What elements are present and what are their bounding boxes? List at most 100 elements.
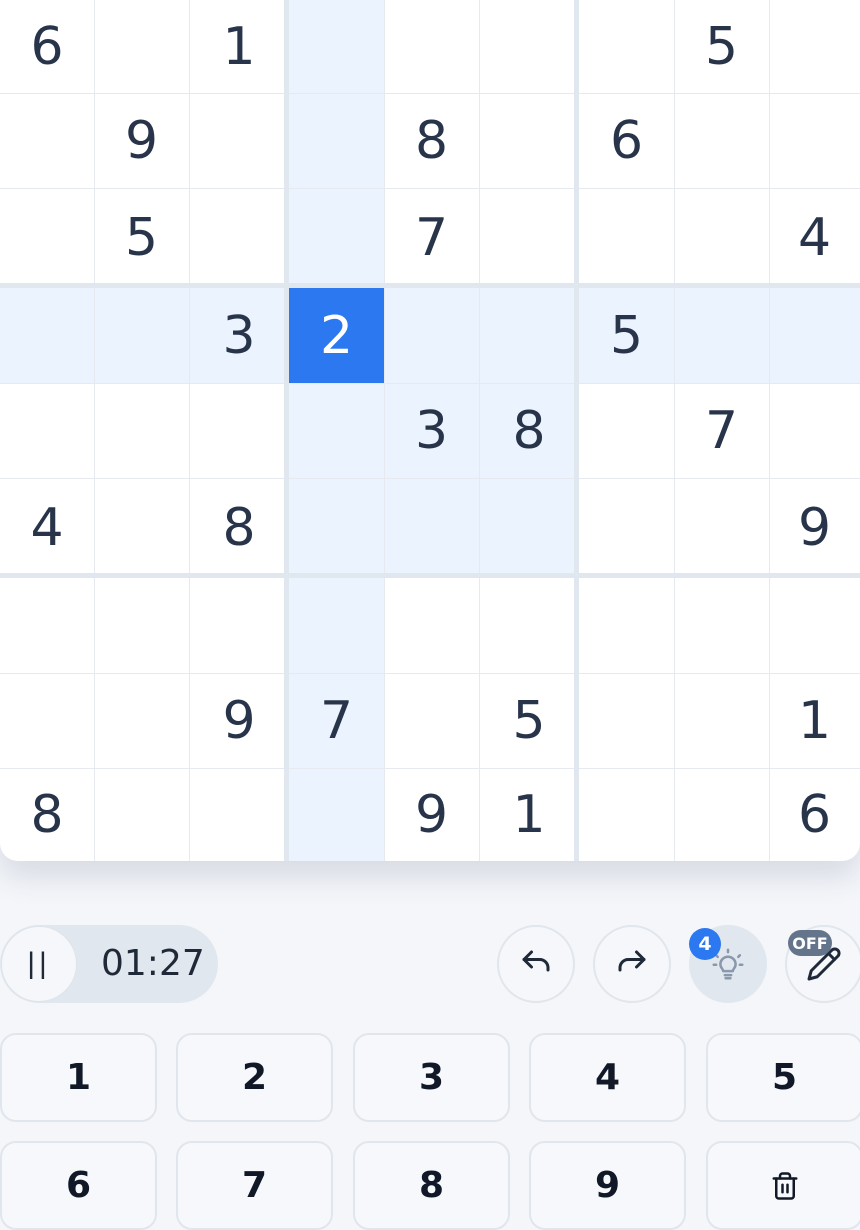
cell-r2c2[interactable]: 9 [94, 93, 189, 188]
cell-r2c5[interactable]: 8 [384, 93, 479, 188]
cell-r1c8[interactable]: 5 [674, 0, 769, 93]
cell-r2c9[interactable] [769, 93, 860, 188]
cell-r5c3[interactable] [189, 383, 289, 478]
cell-r3c1[interactable] [0, 188, 94, 288]
pause-button[interactable]: || [1, 926, 77, 1002]
cell-r8c5[interactable] [384, 673, 479, 768]
cell-r3c2[interactable]: 5 [94, 188, 189, 288]
cell-r3c3[interactable] [189, 188, 289, 288]
cell-r7c3[interactable] [189, 578, 289, 673]
cell-r4c7[interactable]: 5 [579, 288, 674, 383]
cell-r2c7[interactable]: 6 [579, 93, 674, 188]
cell-r8c1[interactable] [0, 673, 94, 768]
cell-r1c4[interactable] [289, 0, 384, 93]
number-key-5[interactable]: 5 [706, 1033, 860, 1122]
cell-r1c2[interactable] [94, 0, 189, 93]
cell-r9c7[interactable] [579, 768, 674, 861]
cell-r7c4[interactable] [289, 578, 384, 673]
grid-line [0, 673, 860, 674]
cell-r7c2[interactable] [94, 578, 189, 673]
cell-r8c2[interactable] [94, 673, 189, 768]
cell-r7c6[interactable] [479, 578, 579, 673]
cell-r3c7[interactable] [579, 188, 674, 288]
cell-r1c7[interactable] [579, 0, 674, 93]
cell-r8c8[interactable] [674, 673, 769, 768]
number-key-3[interactable]: 3 [353, 1033, 510, 1122]
undo-button[interactable] [497, 925, 575, 1003]
cell-r4c5[interactable] [384, 288, 479, 383]
number-key-2[interactable]: 2 [176, 1033, 333, 1122]
cell-r3c9[interactable]: 4 [769, 188, 860, 288]
box-divider [574, 0, 579, 861]
number-key-4[interactable]: 4 [529, 1033, 686, 1122]
cell-r8c9[interactable]: 1 [769, 673, 860, 768]
cell-r4c2[interactable] [94, 288, 189, 383]
timer-display: 01:27 [101, 943, 205, 984]
cell-r2c4[interactable] [289, 93, 384, 188]
erase-button[interactable] [706, 1141, 860, 1230]
cell-r5c6[interactable]: 8 [479, 383, 579, 478]
cell-r7c8[interactable] [674, 578, 769, 673]
cell-r8c4[interactable]: 7 [289, 673, 384, 768]
cell-r5c7[interactable] [579, 383, 674, 478]
grid-line [769, 0, 770, 861]
cell-r4c1[interactable] [0, 288, 94, 383]
number-key-8[interactable]: 8 [353, 1141, 510, 1230]
cell-r7c5[interactable] [384, 578, 479, 673]
cell-r5c1[interactable] [0, 383, 94, 478]
cell-r9c3[interactable] [189, 768, 289, 861]
cell-r8c6[interactable]: 5 [479, 673, 579, 768]
pause-icon: || [27, 947, 51, 980]
cell-r9c2[interactable] [94, 768, 189, 861]
cell-r4c6[interactable] [479, 288, 579, 383]
cell-r2c1[interactable] [0, 93, 94, 188]
number-key-6[interactable]: 6 [0, 1141, 157, 1230]
cell-r6c7[interactable] [579, 478, 674, 578]
cell-r6c4[interactable] [289, 478, 384, 578]
hint-count-badge: 4 [689, 928, 721, 960]
cell-r6c9[interactable]: 9 [769, 478, 860, 578]
cell-r7c9[interactable] [769, 578, 860, 673]
cell-r9c4[interactable] [289, 768, 384, 861]
cell-r3c5[interactable]: 7 [384, 188, 479, 288]
cell-r1c5[interactable] [384, 0, 479, 93]
cell-r8c3[interactable]: 9 [189, 673, 289, 768]
cell-r9c9[interactable]: 6 [769, 768, 860, 861]
cell-r9c5[interactable]: 9 [384, 768, 479, 861]
cell-r6c3[interactable]: 8 [189, 478, 289, 578]
cell-r6c8[interactable] [674, 478, 769, 578]
cell-r9c8[interactable] [674, 768, 769, 861]
cell-r7c7[interactable] [579, 578, 674, 673]
cell-r1c9[interactable] [769, 0, 860, 93]
cell-r5c5[interactable]: 3 [384, 383, 479, 478]
cell-r3c4[interactable] [289, 188, 384, 288]
cell-r2c3[interactable] [189, 93, 289, 188]
cell-r6c5[interactable] [384, 478, 479, 578]
cell-r1c1[interactable]: 6 [0, 0, 94, 93]
number-key-1[interactable]: 1 [0, 1033, 157, 1122]
cell-r2c6[interactable] [479, 93, 579, 188]
cell-r5c4[interactable] [289, 383, 384, 478]
redo-button[interactable] [593, 925, 671, 1003]
cell-r4c4[interactable]: 2 [289, 288, 384, 383]
cell-r2c8[interactable] [674, 93, 769, 188]
cell-r5c8[interactable]: 7 [674, 383, 769, 478]
cell-r4c9[interactable] [769, 288, 860, 383]
cell-r1c3[interactable]: 1 [189, 0, 289, 93]
cell-r3c8[interactable] [674, 188, 769, 288]
number-key-9[interactable]: 9 [529, 1141, 686, 1230]
cell-r6c1[interactable]: 4 [0, 478, 94, 578]
cell-r6c6[interactable] [479, 478, 579, 578]
cell-r3c6[interactable] [479, 188, 579, 288]
cell-r4c3[interactable]: 3 [189, 288, 289, 383]
cell-r4c8[interactable] [674, 288, 769, 383]
cell-r7c1[interactable] [0, 578, 94, 673]
cell-r1c6[interactable] [479, 0, 579, 93]
cell-r5c2[interactable] [94, 383, 189, 478]
cell-r9c1[interactable]: 8 [0, 768, 94, 861]
cell-r6c2[interactable] [94, 478, 189, 578]
number-key-7[interactable]: 7 [176, 1141, 333, 1230]
cell-r8c7[interactable] [579, 673, 674, 768]
cell-r9c6[interactable]: 1 [479, 768, 579, 861]
cell-r5c9[interactable] [769, 383, 860, 478]
